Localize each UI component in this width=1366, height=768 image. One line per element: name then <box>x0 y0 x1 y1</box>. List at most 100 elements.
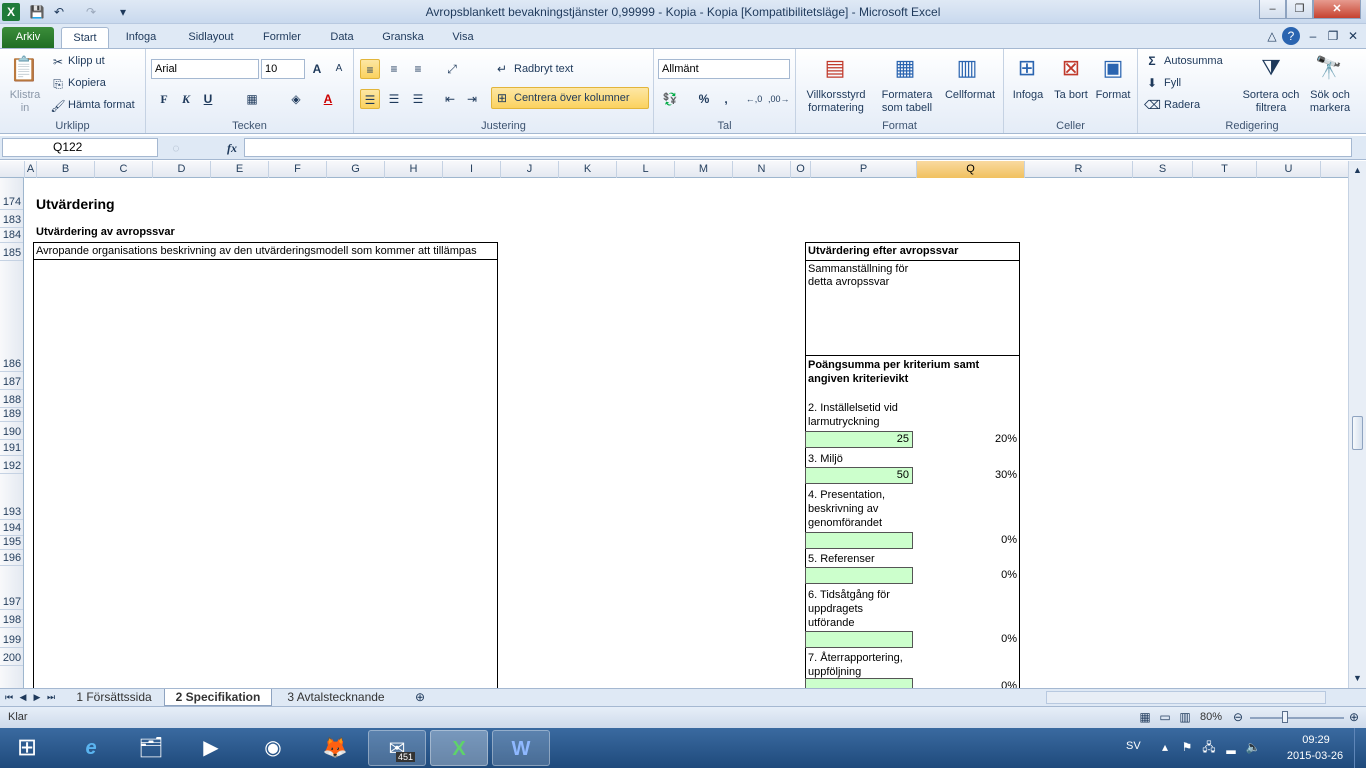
clear-button[interactable]: Radera <box>1164 99 1200 111</box>
workbook-close-icon[interactable]: ✕ <box>1344 27 1362 45</box>
normal-view-icon[interactable]: ▦ <box>1136 708 1154 726</box>
row-header-195[interactable]: 195 <box>0 536 23 550</box>
restore-button[interactable]: ❐ <box>1286 0 1313 19</box>
align-center-icon[interactable]: ☰ <box>384 89 404 109</box>
grow-font-icon[interactable]: A <box>307 59 327 79</box>
scroll-up-icon[interactable]: ▲ <box>1349 161 1366 179</box>
row-header-174[interactable]: 174 <box>0 178 23 210</box>
column-header-G[interactable]: G <box>327 161 385 178</box>
formula-input[interactable] <box>244 138 1352 157</box>
column-header-J[interactable]: J <box>501 161 559 178</box>
evaluation-model-box[interactable] <box>33 242 498 688</box>
fill-color-icon[interactable]: ◈ <box>286 89 306 109</box>
tab-start[interactable]: Start <box>61 27 109 48</box>
first-sheet-icon[interactable]: ⏮ <box>2 688 16 706</box>
scroll-thumb[interactable] <box>1352 416 1363 450</box>
row-header-191[interactable]: 191 <box>0 440 23 456</box>
criterion-score-cell[interactable]: 50 <box>805 467 913 484</box>
borders-icon[interactable]: ▦ <box>242 89 262 109</box>
currency-icon[interactable]: 💱 <box>660 89 680 109</box>
network-icon[interactable]: 🖧 <box>1200 738 1218 756</box>
bold-button[interactable]: F <box>154 89 174 109</box>
format-as-table-button[interactable]: Formatera som tabell <box>876 89 938 115</box>
autosum-button[interactable]: Autosumma <box>1164 55 1223 67</box>
workbook-minimize-icon[interactable]: – <box>1304 27 1322 45</box>
decrease-indent-icon[interactable]: ⇤ <box>440 89 460 109</box>
column-header-R[interactable]: R <box>1025 161 1133 178</box>
merge-center-button[interactable]: ⊞ Centrera över kolumner <box>491 87 649 109</box>
percent-button[interactable]: % <box>694 89 714 109</box>
font-name-select[interactable]: Arial <box>151 59 259 79</box>
show-desktop-button[interactable] <box>1354 728 1366 768</box>
column-header-U[interactable]: U <box>1257 161 1321 178</box>
font-size-select[interactable]: 10 <box>261 59 305 79</box>
select-all-corner[interactable] <box>0 161 25 178</box>
volume-icon[interactable]: 🔈 <box>1244 738 1262 756</box>
criterion-score-cell[interactable]: 25 <box>805 431 913 448</box>
horizontal-scrollbar[interactable] <box>1046 691 1326 704</box>
formula-expand-icon[interactable]: ◌ <box>164 139 188 157</box>
zoom-out-icon[interactable]: ⊖ <box>1230 708 1246 726</box>
paste-button[interactable]: Klistra in <box>8 89 42 115</box>
page-layout-icon[interactable]: ▭ <box>1156 708 1174 726</box>
column-header-E[interactable]: E <box>211 161 269 178</box>
comma-button[interactable]: , <box>716 89 736 109</box>
insert-cells-button[interactable]: Infoga <box>1008 89 1048 101</box>
italic-button[interactable]: K <box>176 89 196 109</box>
page-break-icon[interactable]: ▥ <box>1176 708 1194 726</box>
row-header-185[interactable]: 185 <box>0 243 23 261</box>
criterion-score-cell[interactable] <box>805 631 913 648</box>
format-painter-button[interactable]: Hämta format <box>68 99 135 111</box>
conditional-format-button[interactable]: Villkorsstyrd formatering <box>798 89 874 115</box>
column-header-D[interactable]: D <box>153 161 211 178</box>
sheet-tab-1[interactable]: 1 Försättssida <box>66 689 162 706</box>
underline-button[interactable]: U <box>198 89 218 109</box>
criterion-score-cell[interactable] <box>805 567 913 584</box>
minimize-button[interactable]: – <box>1259 0 1286 19</box>
zoom-level[interactable]: 80% <box>1200 711 1222 723</box>
zoom-slider-thumb[interactable] <box>1282 711 1288 723</box>
column-header-F[interactable]: F <box>269 161 327 178</box>
explorer-icon[interactable]: 🗂 <box>122 730 180 766</box>
tab-infoga[interactable]: Infoga <box>115 27 167 48</box>
firefox-icon[interactable]: 🦊 <box>306 730 364 766</box>
name-box[interactable]: Q122 <box>2 138 158 157</box>
align-bottom-icon[interactable]: ≡ <box>408 59 428 79</box>
row-header-197[interactable]: 197 <box>0 566 23 610</box>
row-header-198[interactable]: 198 <box>0 610 23 628</box>
column-header-M[interactable]: M <box>675 161 733 178</box>
tab-formler[interactable]: Formler <box>254 27 310 48</box>
increase-indent-icon[interactable]: ⇥ <box>462 89 482 109</box>
media-player-icon[interactable]: ▶ <box>182 730 240 766</box>
last-sheet-icon[interactable]: ⏭ <box>44 688 58 706</box>
action-center-icon[interactable]: ⚑ <box>1178 738 1196 756</box>
column-header-B[interactable]: B <box>37 161 95 178</box>
tray-expand-icon[interactable]: ▴ <box>1156 738 1174 756</box>
column-header-H[interactable]: H <box>385 161 443 178</box>
row-header-194[interactable]: 194 <box>0 520 23 536</box>
help-icon[interactable]: ? <box>1282 27 1300 45</box>
column-header-I[interactable]: I <box>443 161 501 178</box>
wrap-text-button[interactable]: Radbryt text <box>514 63 573 75</box>
column-header-T[interactable]: T <box>1193 161 1257 178</box>
ribbon-minimize-icon[interactable]: △ <box>1263 27 1281 45</box>
tab-visa[interactable]: Visa <box>444 27 482 48</box>
sheet-tab-2[interactable]: 2 Specifikation <box>164 689 272 706</box>
column-header-O[interactable]: O <box>791 161 811 178</box>
insert-function-button[interactable]: fx <box>222 139 242 157</box>
tab-arkiv[interactable]: Arkiv <box>2 27 54 48</box>
input-language[interactable]: SV <box>1126 740 1141 752</box>
row-header-186[interactable]: 186 <box>0 261 23 372</box>
row-header-190[interactable]: 190 <box>0 422 23 440</box>
prev-sheet-icon[interactable]: ◀ <box>16 688 30 706</box>
delete-cells-button[interactable]: Ta bort <box>1054 89 1088 102</box>
find-select-button[interactable]: Sök och markera <box>1304 89 1356 115</box>
new-sheet-icon[interactable]: ⊕ <box>410 688 430 706</box>
shrink-font-icon[interactable]: A <box>329 59 349 79</box>
paste-icon[interactable]: 📋 <box>8 53 40 87</box>
excel-taskbar-icon[interactable]: X <box>430 730 488 766</box>
column-header-S[interactable]: S <box>1133 161 1193 178</box>
column-header-N[interactable]: N <box>733 161 791 178</box>
row-header-200[interactable]: 200 <box>0 648 23 666</box>
chrome-icon[interactable]: ◉ <box>244 730 302 766</box>
